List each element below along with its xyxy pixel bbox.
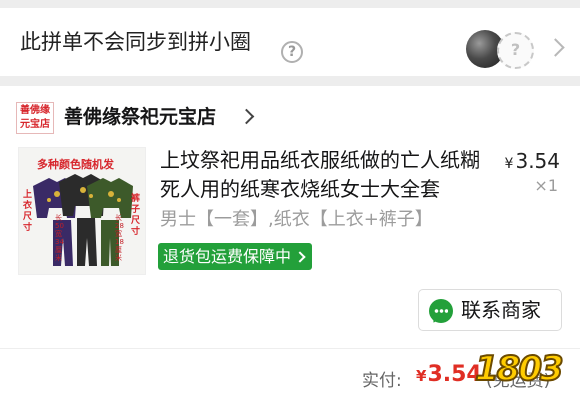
return-shipping-badge[interactable]: 退货包运费保障中 [158, 243, 313, 270]
store-logo: 善佛缘 元宝店 [16, 102, 54, 134]
site-watermark-logo: 1803 [474, 348, 565, 390]
top-spacer [0, 0, 580, 8]
image-left-label: 上衣尺寸 [23, 190, 33, 233]
sync-notice-text: 此拼单不会同步到拼小圈 [20, 30, 251, 54]
chevron-right-icon[interactable] [238, 108, 255, 125]
product-spec: 男士【一套】,纸衣【上衣+裤子】 [160, 209, 433, 230]
badge-label: 退货包运费保障中 [163, 247, 292, 266]
placeholder-avatar-icon: ? [497, 32, 534, 69]
unit-price: ¥3.54 [505, 148, 560, 177]
unit-price-value: 3.54 [515, 149, 560, 173]
product-image[interactable]: 多种颜色随机发 上衣尺寸 裤子尺寸 长50宽34厘米 长28宽18厘米 [18, 147, 146, 275]
total-amount: 3.54 [427, 362, 482, 387]
chevron-right-icon [294, 250, 306, 263]
total-label: 实付: [362, 371, 402, 391]
contact-merchant-button[interactable]: 联系商家 [418, 289, 562, 331]
chat-icon [429, 299, 453, 325]
section-divider [0, 76, 580, 86]
store-name-link[interactable]: 善佛缘祭祀元宝店 [64, 104, 216, 130]
chevron-right-icon[interactable] [546, 38, 565, 57]
help-icon[interactable]: ? [281, 41, 303, 63]
image-banner-text: 多种颜色随机发 [37, 158, 114, 171]
product-title[interactable]: 上坟祭祀用品纸衣服纸做的亡人纸糊死人用的纸寒衣烧纸女士大全套 [160, 146, 490, 204]
image-right-size: 长28宽18厘米 [115, 214, 124, 262]
contact-merchant-label: 联系商家 [461, 298, 541, 322]
quantity: ×1 [534, 176, 558, 195]
sync-notice-row[interactable]: 此拼单不会同步到拼小圈 ? ? [0, 8, 580, 76]
image-left-size: 长50宽34厘米 [55, 214, 64, 262]
total-price: ¥3.54 [416, 362, 482, 387]
currency-symbol: ¥ [504, 156, 514, 172]
currency-symbol: ¥ [416, 367, 427, 385]
image-right-label: 裤子尺寸 [131, 194, 141, 237]
